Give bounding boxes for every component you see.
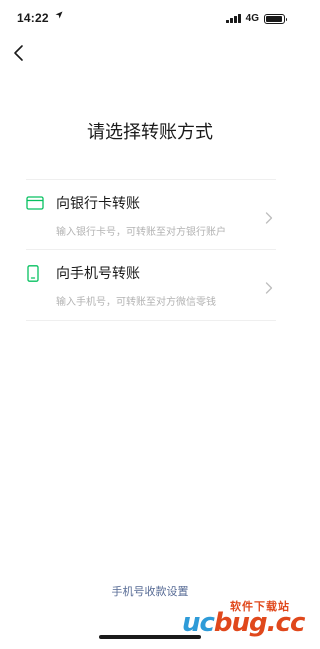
transfer-to-bank-card-option[interactable]: 向银行卡转账 输入银行卡号，可转账至对方银行账户 xyxy=(26,179,276,250)
back-button[interactable] xyxy=(9,40,31,66)
transfer-to-mobile-option[interactable]: 向手机号转账 输入手机号，可转账至对方微信零钱 xyxy=(26,250,276,321)
option-label: 向手机号转账 xyxy=(56,266,140,282)
bank-card-icon xyxy=(26,195,44,214)
status-time: 14:22 xyxy=(17,11,49,25)
option-description: 输入银行卡号，可转账至对方银行账户 xyxy=(56,227,226,238)
mobile-phone-icon xyxy=(26,265,40,286)
cellular-signal-icon xyxy=(226,14,241,23)
network-type: 4G xyxy=(245,13,259,24)
option-label: 向银行卡转账 xyxy=(56,196,140,212)
site-watermark: 软件下载站 ucbug.cc xyxy=(182,598,305,640)
option-description: 输入手机号，可转账至对方微信零钱 xyxy=(56,297,216,308)
mobile-payment-settings-link[interactable]: 手机号收款设置 xyxy=(0,583,300,599)
chevron-right-icon xyxy=(265,209,273,228)
page-title: 请选择转账方式 xyxy=(87,122,213,143)
status-bar: 14:22 4G xyxy=(0,0,300,40)
watermark-logo: ucbug.cc xyxy=(182,608,305,638)
chevron-right-icon xyxy=(265,279,273,298)
battery-icon xyxy=(264,13,287,24)
home-indicator xyxy=(99,635,201,639)
chevron-left-icon xyxy=(14,45,23,61)
location-arrow-icon xyxy=(55,11,63,22)
